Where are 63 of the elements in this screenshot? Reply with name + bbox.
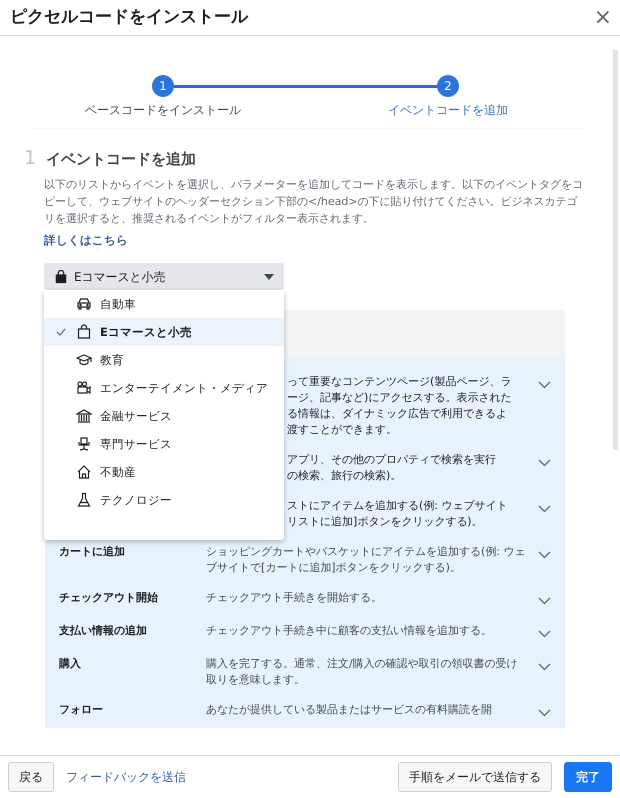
bank-icon [76,408,92,424]
dialog-title: ピクセルコードをインストール [10,7,248,28]
shopping-bag-icon [54,270,68,284]
table-row[interactable]: チェックアウト開始 チェックアウト手続きを開始する。 [45,583,565,616]
chevron-down-icon [538,662,551,671]
event-name: フォロー [59,703,103,716]
step-circle: 2 [437,75,459,97]
table-row[interactable]: フォロー あなたが提供している製品またはサービスの有料購読を開 [45,695,565,728]
event-name: 支払い情報の追加 [59,624,147,637]
event-description-fragment: リストに追加]ボタンをクリックする)。 [287,514,484,530]
event-description-fragment: る情報は、ダイナミック広告で利用できるよ [287,406,508,422]
car-icon [76,296,92,312]
event-description-fragment: ストにアイテムを追加する(例: ウェブサイト [287,498,508,514]
graduation-cap-icon [76,352,92,368]
email-instructions-button[interactable]: 手順をメールで送信する [398,762,552,792]
event-description-fragment: って重要なコンテンツページ(製品ページ、ラ [287,374,512,390]
step-label: ベースコードをインストール [85,102,241,119]
chevron-down-icon [538,550,551,559]
table-row[interactable]: カートに追加 ショッピングカートやバスケットにアイテムを追加する(例: ウェブサイトで[カートに追加]ボタンをクリックする)。 [45,537,565,583]
chevron-down-icon [538,380,551,389]
dropdown-option[interactable]: 自動車 [44,290,284,318]
event-description-fragment: ージ、記事など)にアクセスする。表示された [287,390,512,406]
chevron-down-icon [538,708,551,717]
event-description-fragment: アプリ、その他のプロパティで検索を実行 [287,452,497,468]
learn-more-link[interactable]: 詳しくはこちら [44,232,128,250]
video-camera-icon [76,380,92,396]
event-name: チェックアウト開始 [59,591,158,604]
chevron-down-icon [538,630,551,638]
chevron-down-icon [538,504,551,513]
dropdown-option[interactable]: エンターテイメント・メディア [44,374,284,402]
flask-icon [76,492,92,508]
step-circle: 1 [152,75,174,97]
shopping-bag-icon [76,324,92,340]
dropdown-option[interactable]: 金融サービス [44,402,284,430]
section-description: 以下のリストからイベントを選択し、パラメーターを追加してコードを表示します。以下のイベントタグをコピーして、ウェブサイトのヘッダーセクション下部の</head>の下に貼り付けてください。ビジネスカテゴリを選択すると、推奨されるイベントがフィルター表示されます。 [44,177,584,227]
category-dropdown[interactable]: Eコマースと小売 [44,263,284,290]
event-name: 購入 [59,657,81,670]
event-description: あなたが提供している製品またはサービスの有料購読を開 [206,702,493,718]
dropdown-option[interactable]: 不動産 [44,458,284,486]
event-description: チェックアウト手続きを開始する。 [206,590,383,606]
event-description: 購入を完了する。通常、注文/購入の確認や取引の領収書の受け取りを意味します。 [206,656,519,688]
table-row[interactable]: 支払い情報の追加 チェックアウト手続き中に顧客の支払い情報を追加する。 [45,616,565,649]
checkmark-icon [56,328,66,336]
chevron-down-icon [538,596,551,605]
event-description: チェックアウト手続き中に顧客の支払い情報を追加する。 [206,623,493,639]
scrollbar[interactable] [613,50,618,450]
done-button[interactable]: 完了 [564,762,612,792]
close-button[interactable]: × [594,6,612,28]
house-icon [76,464,92,480]
back-button[interactable]: 戻る [8,762,54,792]
table-row[interactable]: 購入 購入を完了する。通常、注文/購入の確認や取引の領収書の受け取りを意味します。 [45,649,565,695]
event-name: カートに追加 [59,545,125,558]
chevron-down-icon [538,458,551,467]
office-chair-icon [76,436,92,452]
caret-icon [264,274,274,280]
feedback-link[interactable]: フィードバックを送信 [66,768,186,786]
step-label: イベントコードを追加 [388,102,508,119]
event-description-fragment: の検索、旅行の検索)。 [287,468,402,484]
section-heading: イベントコードを追加 [46,150,196,168]
event-description: ショッピングカートやバスケットにアイテムを追加する(例: ウェブサイトで[カートに追加]ボタンをクリックする)。 [206,544,526,576]
event-description-fragment: 渡すことができます。 [287,422,398,438]
section-number: 1 [24,149,36,168]
dropdown-option[interactable]: Eコマースと小売 [44,318,284,346]
